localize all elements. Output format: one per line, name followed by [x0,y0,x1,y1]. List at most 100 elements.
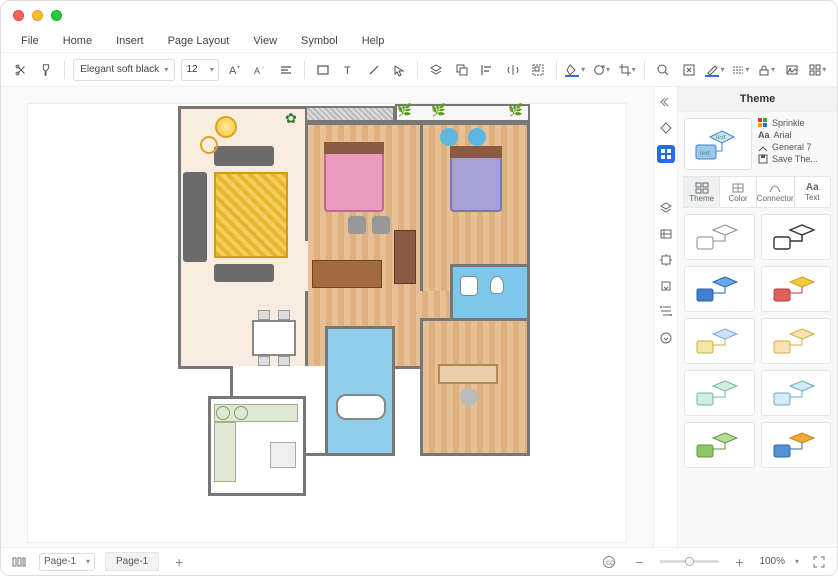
traffic-light-zoom[interactable] [51,10,62,21]
group-button[interactable] [529,60,549,80]
theme-save-row[interactable]: Save The... [758,154,831,164]
menu-symbol[interactable]: Symbol [301,35,338,47]
rail-theme-button[interactable] [657,145,675,163]
zoom-thumb[interactable] [685,557,694,566]
theme-option-9[interactable] [684,422,755,468]
rail-help-button[interactable] [657,329,675,347]
add-page-button[interactable]: + [169,552,189,572]
traffic-light-close[interactable] [13,10,24,21]
rotate-button[interactable]: ▾ [591,60,611,80]
app-window: File Home Insert Page Layout View Symbol… [0,0,838,576]
separator [417,61,418,79]
tab-text[interactable]: AaText [794,176,831,208]
increase-font-button[interactable]: A+ [225,60,245,80]
separator [304,61,305,79]
zoom-value: 100% [759,556,785,567]
line-tool[interactable] [364,60,384,80]
fullscreen-button[interactable] [809,552,829,572]
theme-option-6[interactable] [761,318,832,364]
theme-option-7[interactable] [684,370,755,416]
bring-front-button[interactable] [452,60,472,80]
text-tool[interactable]: T [338,60,358,80]
theme-properties: Sprinkle AaArial General 7 Save The... [758,118,831,170]
theme-grid [684,214,831,468]
svg-text:+: + [237,65,241,71]
menu-file[interactable]: File [21,35,39,47]
svg-text:cc: cc [606,558,614,567]
panel-title: Theme [678,87,837,112]
font-size-value: 12 [186,64,197,75]
chevron-down-icon[interactable]: ▾ [795,557,799,566]
tab-color[interactable]: Color [719,176,756,208]
rail-layers-button[interactable] [657,199,675,217]
page-select[interactable]: Page-1▾ [39,553,95,571]
text-align-button[interactable] [276,60,296,80]
current-theme-row: text text Sprinkle AaArial General 7 Save… [684,118,831,170]
zoom-slider[interactable] [659,560,719,563]
theme-option-10[interactable] [761,422,832,468]
chevron-down-icon: ▾ [210,65,214,74]
svg-text:-: - [262,65,264,71]
page-list-button[interactable] [9,552,29,572]
rail-comments-button[interactable] [657,303,675,321]
menu-insert[interactable]: Insert [116,35,144,47]
crop-button[interactable]: ▾ [617,60,637,80]
font-family-select[interactable]: Elegant soft black ▾ [73,59,175,81]
fit-page-button[interactable] [679,60,699,80]
rectangle-tool[interactable] [313,60,333,80]
theme-option-8[interactable] [761,370,832,416]
rail-properties-button[interactable] [657,225,675,243]
license-icon[interactable]: cc [599,552,619,572]
traffic-light-minimize[interactable] [32,10,43,21]
flip-horizontal-button[interactable] [503,60,523,80]
theme-sprinkle-row[interactable]: Sprinkle [758,118,831,128]
menu-help[interactable]: Help [362,35,385,47]
more-button[interactable]: ▾ [807,60,827,80]
font-size-select[interactable]: 12 ▾ [181,59,218,81]
pen-color-button[interactable]: ▾ [705,60,725,80]
cut-button[interactable] [11,60,31,80]
theme-preview[interactable]: text text [684,118,752,170]
statusbar: Page-1▾ Page-1 + cc − + 100% ▾ [1,547,837,575]
layers-button[interactable] [426,60,446,80]
format-painter-button[interactable] [37,60,57,80]
theme-option-2[interactable] [761,214,832,260]
chevron-down-icon: ▾ [164,65,168,74]
svg-text:text: text [700,151,710,157]
align-left-button[interactable] [477,60,497,80]
page-tab[interactable]: Page-1 [105,552,159,571]
rail-shape-button[interactable] [657,119,675,137]
zoom-in-button[interactable]: + [729,552,749,572]
menu-pagelayout[interactable]: Page Layout [168,35,230,47]
line-style-button[interactable]: ▾ [731,60,751,80]
tab-connector[interactable]: Connector [756,176,795,208]
canvas-area[interactable]: ✿ 🌿 🌿 🌿 [1,87,653,547]
zoom-out-button[interactable]: − [629,552,649,572]
chevron-down-icon: ▾ [581,65,585,74]
pointer-tool[interactable] [390,60,410,80]
theme-option-1[interactable] [684,214,755,260]
menu-view[interactable]: View [253,35,277,47]
panel-tabs: Theme Color Connector AaText [684,176,831,208]
theme-font-row[interactable]: AaArial [758,130,831,140]
fill-color-button[interactable]: ▾ [565,60,585,80]
chevron-down-icon: ▾ [745,65,749,74]
lock-button[interactable]: ▾ [756,60,776,80]
zoom-button[interactable] [653,60,673,80]
collapse-panel-button[interactable] [657,93,675,111]
canvas[interactable]: ✿ 🌿 🌿 🌿 [27,103,627,543]
svg-text:text: text [716,135,726,141]
rail-history-button[interactable] [657,251,675,269]
menubar: File Home Insert Page Layout View Symbol… [1,29,837,53]
decrease-font-button[interactable]: A- [251,60,271,80]
theme-option-4[interactable] [761,266,832,312]
image-button[interactable] [782,60,802,80]
rail-export-button[interactable] [657,277,675,295]
tab-theme[interactable]: Theme [683,176,720,208]
theme-option-5[interactable] [684,318,755,364]
svg-text:A: A [254,66,260,76]
svg-text:T: T [344,65,351,77]
theme-connector-row[interactable]: General 7 [758,142,831,152]
menu-home[interactable]: Home [63,35,92,47]
theme-option-3[interactable] [684,266,755,312]
